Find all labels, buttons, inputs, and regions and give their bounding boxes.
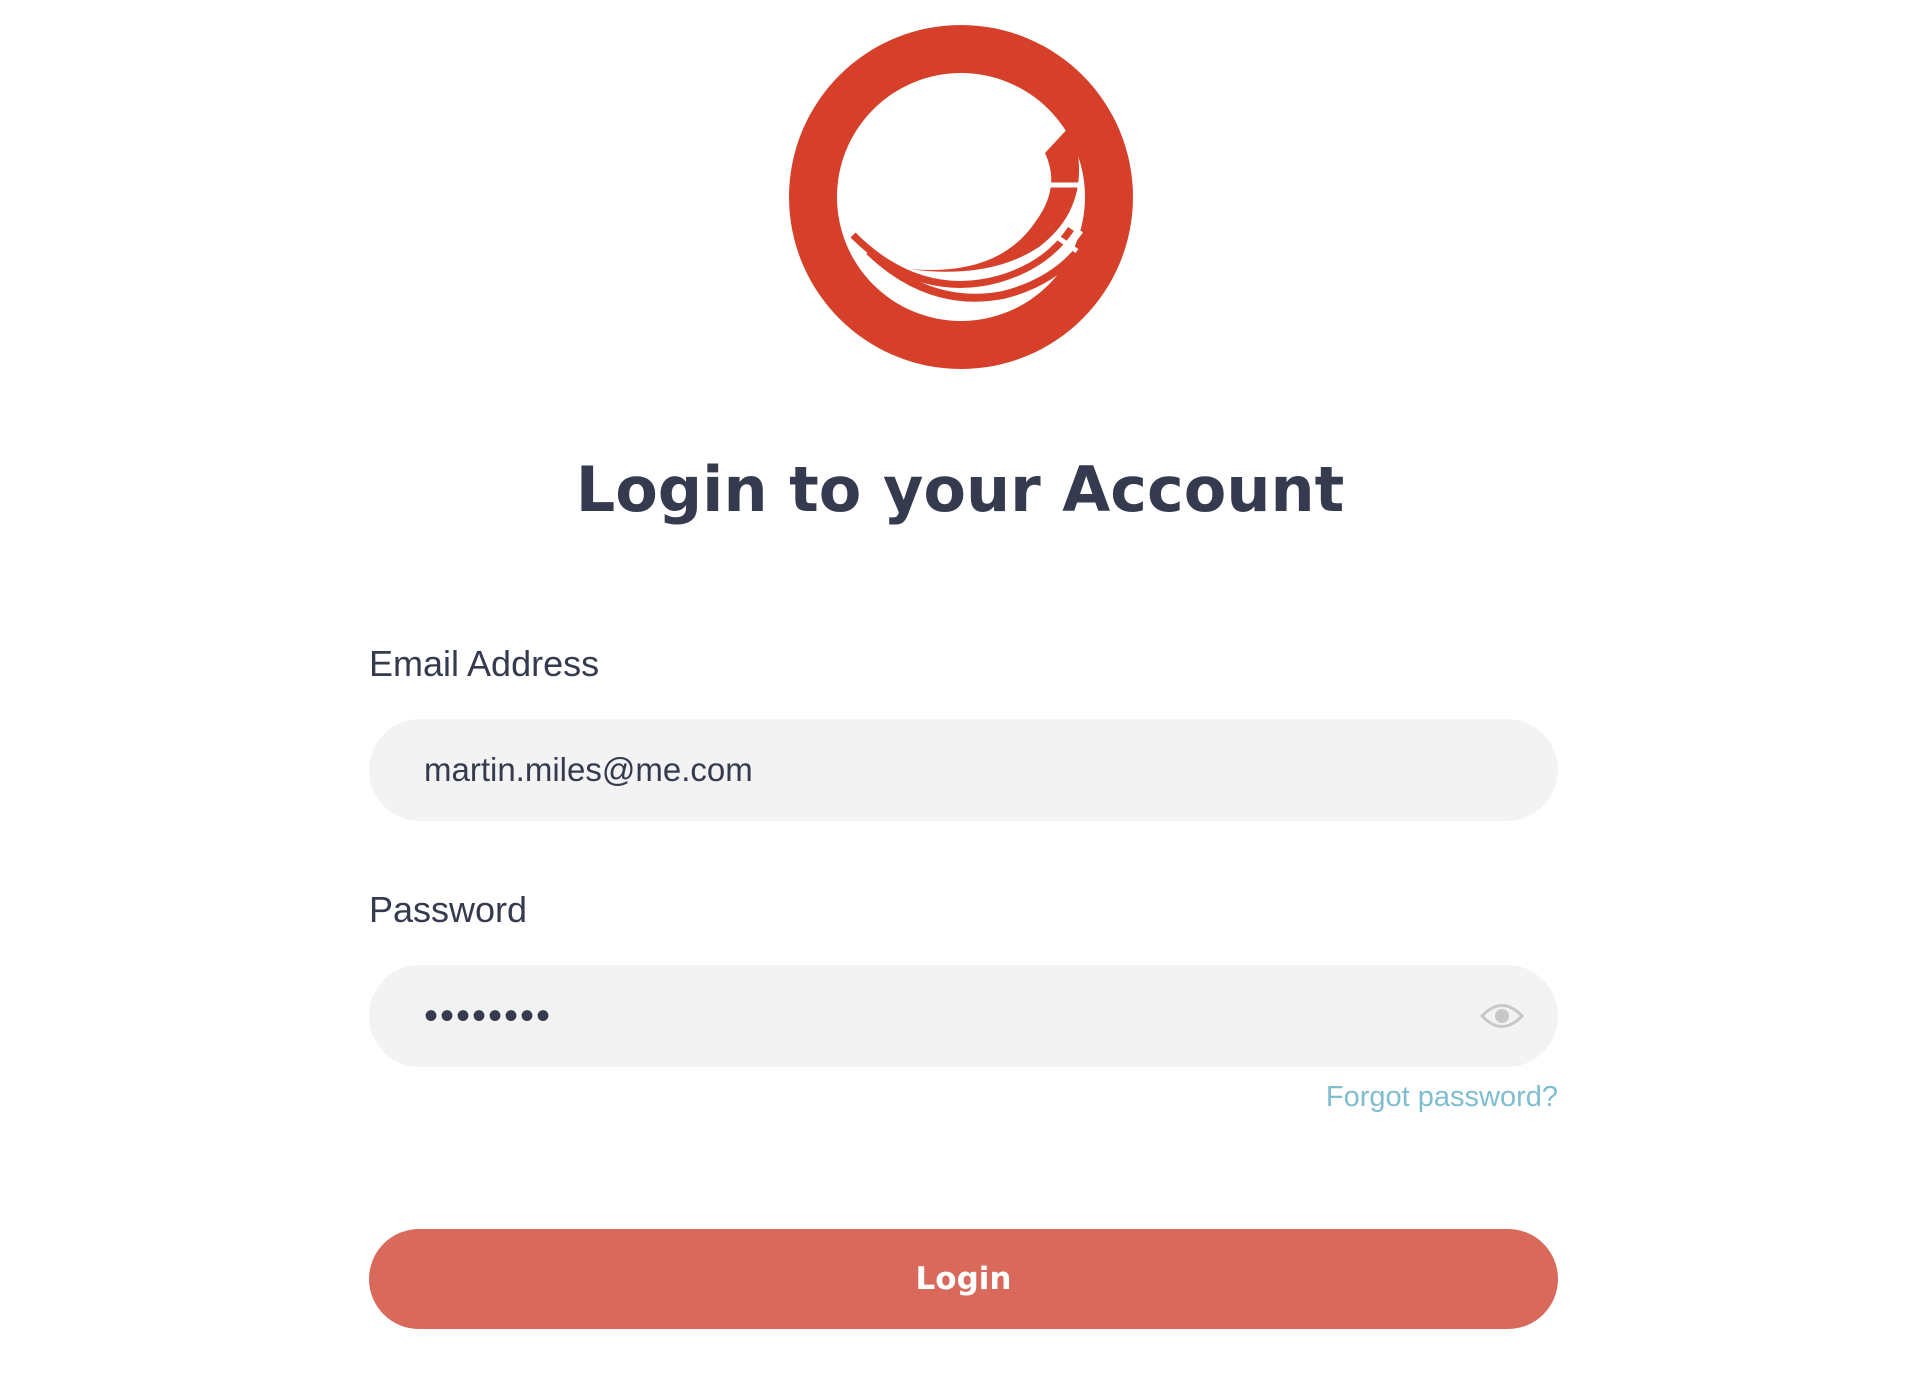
password-label: Password <box>369 889 528 930</box>
login-page: Login to your Account Email Address Pass… <box>0 0 1920 1386</box>
email-field[interactable] <box>369 719 1558 821</box>
email-label: Email Address <box>369 643 600 684</box>
password-field[interactable] <box>369 965 1558 1067</box>
sitecore-logo-icon <box>789 25 1133 369</box>
page-title: Login to your Account <box>575 453 1345 526</box>
password-input[interactable] <box>424 965 1444 1067</box>
forgot-password-link[interactable]: Forgot password? <box>1326 1078 1558 1116</box>
email-input[interactable] <box>424 719 1444 821</box>
login-button[interactable]: Login <box>369 1229 1558 1329</box>
eye-icon[interactable] <box>1480 999 1524 1033</box>
